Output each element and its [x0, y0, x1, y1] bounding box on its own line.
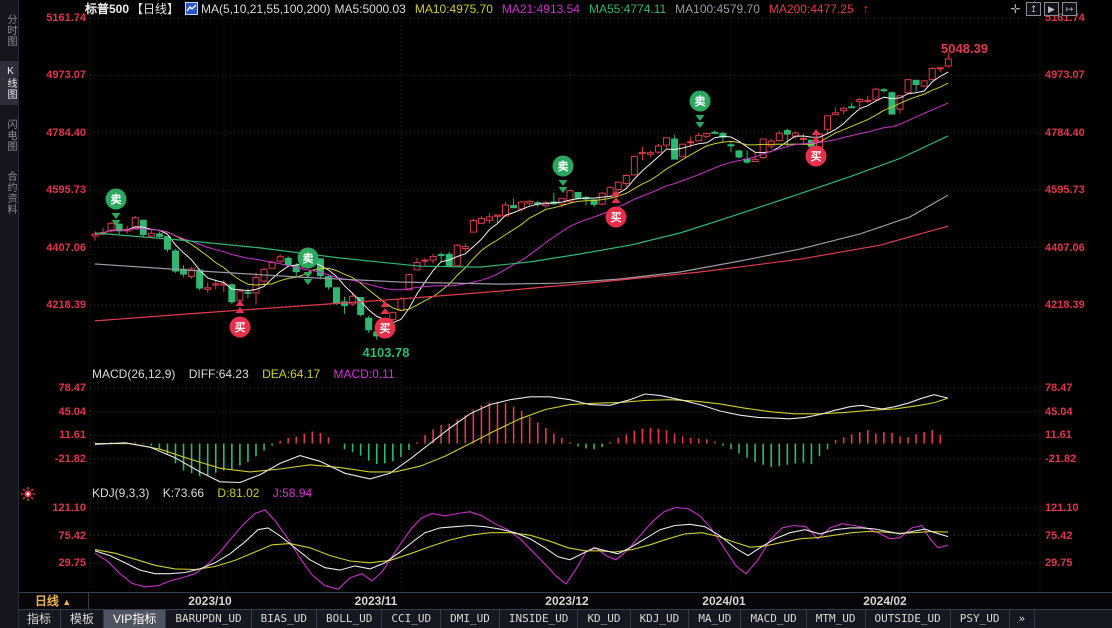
main-chart-header: 标普500 【日线】 MA(5,10,21,55,100,200) MA5:5000.… [85, 0, 869, 18]
price-axis-label: 4218.39 [1045, 299, 1085, 311]
macd-axis-label: 11.61 [59, 429, 86, 441]
toolbar-item-macd_ud[interactable]: MACD_UD [741, 610, 807, 628]
toolbar-item-boll_ud[interactable]: BOLL_UD [317, 610, 383, 628]
price-axis-label: 5161.74 [46, 12, 86, 24]
toolbar-item-mtm_ud[interactable]: MTM_UD [807, 610, 866, 628]
macd-dea-value: DEA:64.17 [262, 367, 321, 381]
toolbar-item-vip[interactable]: VIP指标 [104, 610, 167, 628]
ma-value-label: MA100:4579.70 [675, 2, 760, 16]
macd-axis-label: 45.04 [1045, 406, 1073, 418]
period-selector[interactable]: 日线 ▲ [18, 593, 89, 609]
price-axis-label: 4407.06 [1045, 242, 1085, 254]
svg-text:买: 买 [235, 321, 246, 334]
price-axis-label: 4784.40 [46, 127, 86, 139]
zoom-horizontal-icon[interactable]: ▶ [1044, 2, 1059, 16]
zoom-vertical-icon[interactable]: ↥ [1026, 2, 1041, 16]
toolbar-item-[interactable]: 指标 [18, 610, 62, 628]
ma-value-label: MA55:4774.11 [588, 2, 667, 16]
macd-axis-label: 78.47 [58, 382, 86, 394]
ma-value-label: MA200:4477.25 [768, 2, 854, 16]
crosshair-icon[interactable]: ✛ [1008, 2, 1023, 16]
kdj-axis-label: 75.42 [1045, 530, 1073, 542]
kdj-d-value: D:81.02 [217, 486, 260, 500]
macd-axis-label: 45.04 [58, 406, 86, 418]
ma-value-label: MA5:5000.03 [334, 2, 406, 16]
toolbar-item-barupdn_ud[interactable]: BARUPDN_UD [166, 610, 252, 628]
svg-text:买: 买 [380, 322, 391, 335]
kdj-axis-label: 75.42 [58, 530, 86, 542]
macd-diff-value: DIFF:64.23 [188, 367, 249, 381]
trading-app-window: 卖买卖买卖买卖买 5048.39 4103.78 分时图 K线图 闪电图 合约资料 标普5… [0, 0, 1112, 628]
price-axis-label: 4784.40 [1045, 127, 1085, 139]
indicator-toolbar: 指标 模板 VIP指标 BARUPDN_UD BIAS_UD BOLL_UD CCI_UD D… [18, 610, 1112, 628]
price-tag: 4103.78 [363, 345, 410, 360]
macd-axis-label: 78.47 [1045, 382, 1073, 394]
kdj-axis-label: 29.75 [1045, 557, 1073, 569]
price-axis-label: 4973.07 [46, 69, 86, 81]
triangle-up-icon: ▲ [62, 597, 72, 607]
kdj-j-value: J:58.94 [272, 486, 313, 500]
kdj-params-label: KDJ(9,3,3) [92, 486, 150, 500]
date-label: 2023/12 [545, 594, 589, 608]
price-axis-label: 4218.39 [46, 299, 86, 311]
toolbar-item-bias_ud[interactable]: BIAS_UD [252, 610, 317, 628]
svg-text:买: 买 [811, 150, 822, 163]
trend-up-arrow: ↑ [862, 1, 870, 16]
toolbar-item-kdj_ud[interactable]: KDJ_UD [631, 610, 690, 628]
ma-value-label: MA21:4913.54 [501, 2, 580, 16]
sidebar-item-2[interactable]: K线图 [0, 61, 18, 105]
period-label: 日线 [34, 594, 59, 608]
toolbar-item-inside_ud[interactable]: INSIDE_UD [500, 610, 579, 628]
kline-chart-icon [185, 2, 199, 20]
chart-canvas: 卖买卖买卖买卖买5048.394103.78 [89, 17, 1041, 590]
kdj-axis-label: 121.10 [1045, 502, 1079, 514]
time-axis-row: 日线 ▲ 2023/10 2023/11 2023/12 2024/01 2024/02 [18, 592, 1112, 610]
chart-type-sidebar: 分时图 K线图闪电图合约资料 [0, 0, 19, 628]
macd-pane-header: MACD(26,12,9) DIFF:64.23 DEA:64.17 MACD:… [92, 367, 405, 381]
symbol-name: 标普500 [85, 2, 130, 16]
toolbar-item-»[interactable]: » [1010, 610, 1036, 628]
toolbar-item-outside_ud[interactable]: OUTSIDE_UD [866, 610, 951, 628]
expand-right-icon[interactable]: ↦ [1062, 2, 1077, 16]
macd-axis-label: -21.82 [54, 453, 86, 465]
ma-params-label: MA(5,10,21,55,100,200) [201, 2, 331, 16]
toolbar-item-kd_ud[interactable]: KD_UD [578, 610, 631, 628]
period-tag: 【日线】 [131, 2, 180, 16]
ma-value-label: MA10:4975.70 [414, 2, 493, 16]
macd-axis-label: 11.61 [1045, 429, 1072, 441]
svg-text:卖: 卖 [303, 251, 314, 265]
svg-text:买: 买 [611, 211, 622, 224]
ma-values: MA5:5000.03 MA10:4975.70 MA21:4913.54 MA55:… [334, 2, 862, 16]
date-label: 2024/01 [702, 594, 746, 608]
toolbar-item-psy_ud[interactable]: PSY_UD [951, 610, 1010, 628]
toolbar-item-dmi_ud[interactable]: DMI_UD [441, 610, 500, 628]
price-axis-label: 4407.06 [46, 242, 86, 254]
macd-axis-label: -21.82 [1045, 453, 1077, 465]
macd-params-label: MACD(26,12,9) [92, 367, 176, 381]
kdj-k-value: K:73.66 [162, 486, 205, 500]
kdj-pane-header: KDJ(9,3,3) K:73.66 D:81.02 J:58.94 [92, 486, 322, 500]
svg-text:卖: 卖 [695, 94, 706, 108]
price-axis-label: 4595.73 [46, 184, 86, 196]
price-axis-label: 4595.73 [1045, 184, 1085, 196]
toolbar-item-ma_ud[interactable]: MA_UD [689, 610, 742, 628]
sidebar-item-1[interactable]: 分时图 [0, 9, 18, 52]
svg-text:卖: 卖 [111, 192, 122, 206]
date-label: 2024/02 [863, 594, 907, 608]
kdj-axis-label: 29.75 [58, 557, 86, 569]
toolbar-item-[interactable]: 模板 [61, 610, 105, 628]
toolbar-item-cci_ud[interactable]: CCI_UD [382, 610, 442, 628]
sidebar-item-3[interactable]: 闪电图 [0, 114, 18, 157]
price-tag: 5048.39 [941, 41, 988, 56]
price-axis-label: 4973.07 [1045, 69, 1085, 81]
svg-text:卖: 卖 [558, 159, 569, 173]
macd-macd-value: MACD:0.11 [333, 367, 395, 381]
date-label: 2023/11 [354, 594, 398, 608]
sidebar-item-4[interactable]: 合约资料 [0, 166, 18, 220]
window-tool-icons: ✛ ↥ ▶ ↦ [1008, 2, 1077, 16]
indicator-alert-icon[interactable] [20, 486, 36, 507]
date-label: 2023/10 [188, 594, 232, 608]
kdj-axis-label: 121.10 [52, 502, 86, 514]
